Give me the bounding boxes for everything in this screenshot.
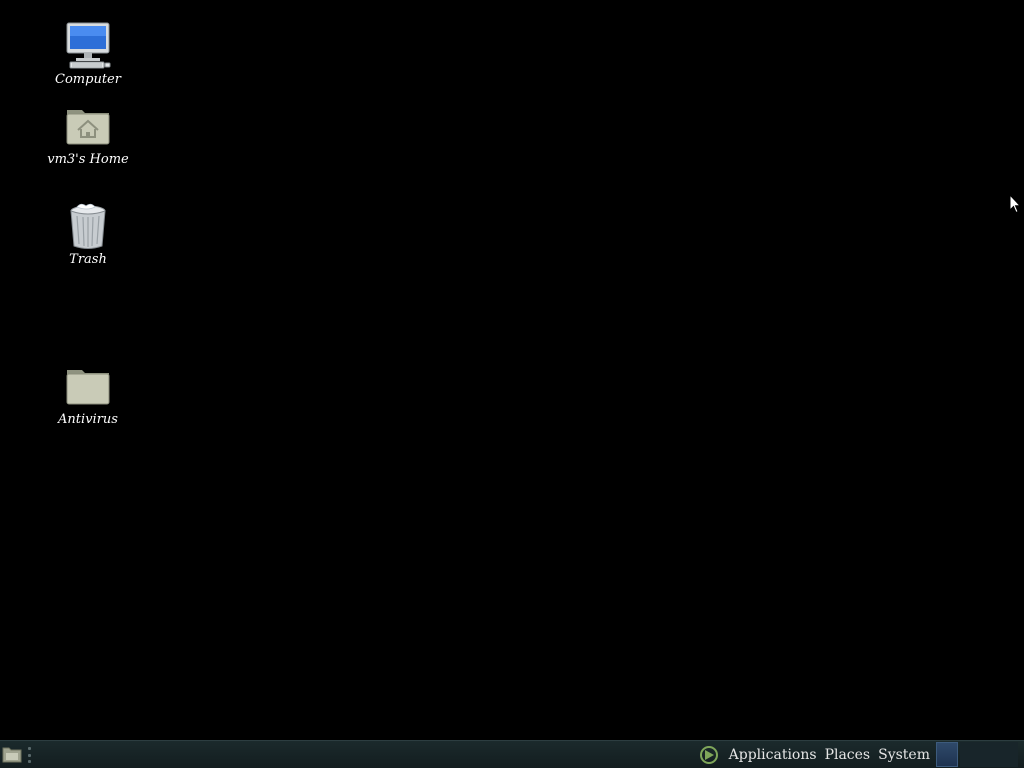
desktop-icon-antivirus[interactable]: Antivirus xyxy=(38,362,138,427)
show-desktop-icon[interactable] xyxy=(2,745,22,763)
main-menu-bar: Applications Places System xyxy=(699,741,934,768)
desktop[interactable]: Computer vm3's Home Trash Antivirus xyxy=(0,0,1024,740)
desktop-icon-home[interactable]: vm3's Home xyxy=(38,102,138,167)
desktop-icon-label: vm3's Home xyxy=(47,152,129,167)
distro-logo-icon[interactable] xyxy=(699,745,719,765)
workspace-switcher-2[interactable] xyxy=(960,742,1018,767)
menu-system[interactable]: System xyxy=(874,747,934,763)
menu-places[interactable]: Places xyxy=(821,747,875,763)
bottom-panel: Applications Places System xyxy=(0,740,1024,768)
home-folder-icon xyxy=(64,102,112,150)
workspace-switcher-1[interactable] xyxy=(936,742,958,767)
mouse-cursor-icon xyxy=(1009,194,1021,214)
folder-icon xyxy=(64,362,112,410)
menu-applications[interactable]: Applications xyxy=(725,747,821,763)
desktop-icon-label: Computer xyxy=(55,72,121,87)
desktop-icon-computer[interactable]: Computer xyxy=(38,22,138,87)
computer-icon xyxy=(64,22,112,70)
desktop-icon-label: Trash xyxy=(69,252,107,267)
desktop-icon-trash[interactable]: Trash xyxy=(38,202,138,267)
desktop-icon-label: Antivirus xyxy=(58,412,118,427)
panel-drag-handle[interactable] xyxy=(28,747,32,763)
trash-icon xyxy=(64,202,112,250)
